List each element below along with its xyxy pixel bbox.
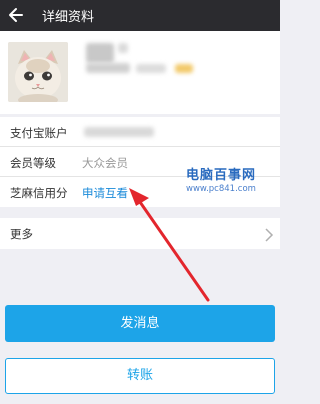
redacted-account — [136, 64, 166, 73]
request-view-link[interactable]: 申请互看 — [82, 185, 128, 201]
member-level-value: 大众会员 — [82, 156, 128, 170]
more-row[interactable]: 更多 — [0, 218, 280, 249]
row-label: 会员等级 — [10, 156, 56, 170]
avatar[interactable] — [8, 42, 68, 102]
profile-card — [0, 31, 280, 114]
back-arrow-icon[interactable] — [6, 5, 26, 25]
more-label: 更多 — [10, 227, 33, 241]
row-label: 芝麻信用分 — [10, 186, 68, 200]
row-label: 支付宝账户 — [10, 126, 68, 140]
top-bar: 详细资料 — [0, 0, 280, 31]
page-title: 详细资料 — [42, 10, 95, 25]
send-message-button[interactable]: 发消息 — [5, 305, 275, 342]
redacted-badge — [175, 64, 193, 73]
watermark-name: 电脑百事网 — [186, 168, 257, 183]
redacted-nickname — [86, 43, 114, 63]
redacted-alipay-account — [84, 127, 154, 137]
redacted-account — [86, 63, 130, 73]
watermark: 电脑百事网 www.pc841.com — [186, 164, 256, 194]
watermark-url: www.pc841.com — [186, 184, 256, 194]
transfer-button[interactable]: 转账 — [5, 358, 275, 394]
list-item: 支付宝账户 — [0, 117, 280, 147]
chevron-right-icon — [264, 227, 274, 242]
redacted-nickname — [118, 43, 128, 53]
